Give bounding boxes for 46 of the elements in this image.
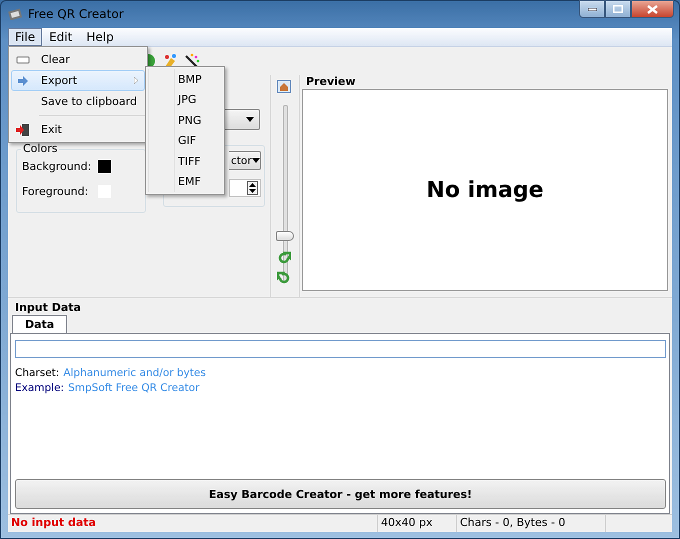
rotate-icon[interactable]	[277, 271, 291, 285]
caret-icon	[252, 158, 260, 163]
wand-icon[interactable]	[184, 53, 200, 69]
close-button[interactable]	[631, 0, 674, 18]
section-title: Input Data	[14, 300, 82, 314]
placeholder-text: No image	[426, 178, 544, 202]
format-dropdown[interactable]: ctor	[229, 151, 261, 170]
spin-field[interactable]	[229, 179, 261, 197]
info-value: SmpSoft Free QR Creator	[68, 381, 200, 396]
menu-item[interactable]: File	[8, 28, 42, 46]
maximize-button[interactable]	[605, 0, 631, 18]
maximize-icon	[613, 5, 623, 13]
minimize-icon	[588, 8, 596, 10]
menu-entry[interactable]: Export	[11, 70, 145, 91]
menu-entry[interactable]: Save to clipboard	[11, 91, 145, 112]
clear-icon	[16, 54, 30, 66]
menu-entry[interactable]: Clear	[11, 49, 145, 70]
preview-title: Preview	[306, 75, 356, 88]
info-value: Alphanumeric and/or bytes	[63, 366, 206, 381]
caret-icon	[246, 117, 254, 122]
info-label: Charset:	[15, 366, 60, 381]
status-counts: Chars - 0, Bytes - 0	[456, 515, 605, 532]
menu-item[interactable]: Edit	[42, 28, 80, 46]
window-title: Free QR Creator	[28, 7, 124, 21]
group-title: Colors	[21, 142, 60, 155]
arrow-icon	[16, 74, 30, 86]
dropdown-value: ctor	[231, 154, 252, 166]
color-label: Foreground:	[22, 185, 90, 198]
app-icon	[8, 8, 22, 20]
color-swatch[interactable]	[98, 160, 111, 173]
menu-item[interactable]: Help	[79, 28, 121, 46]
promo-button[interactable]: Easy Barcode Creator - get more features!	[15, 479, 666, 509]
color-label: Background:	[22, 160, 90, 173]
info-label: Example:	[15, 381, 64, 396]
status-size: 40x40 px	[377, 515, 456, 532]
rotate-icon[interactable]	[277, 251, 291, 265]
spin-arrows-icon[interactable]	[247, 181, 258, 195]
exit-icon	[16, 124, 30, 136]
menu-entry[interactable]: Exit	[11, 119, 145, 140]
status-message: No input data	[10, 515, 97, 531]
close-icon	[647, 4, 658, 14]
tab[interactable]: Data	[12, 315, 68, 333]
input-field[interactable]	[15, 340, 666, 358]
home-icon[interactable]	[277, 80, 291, 93]
minimize-button[interactable]	[579, 0, 605, 18]
slider-thumb[interactable]	[276, 231, 294, 242]
